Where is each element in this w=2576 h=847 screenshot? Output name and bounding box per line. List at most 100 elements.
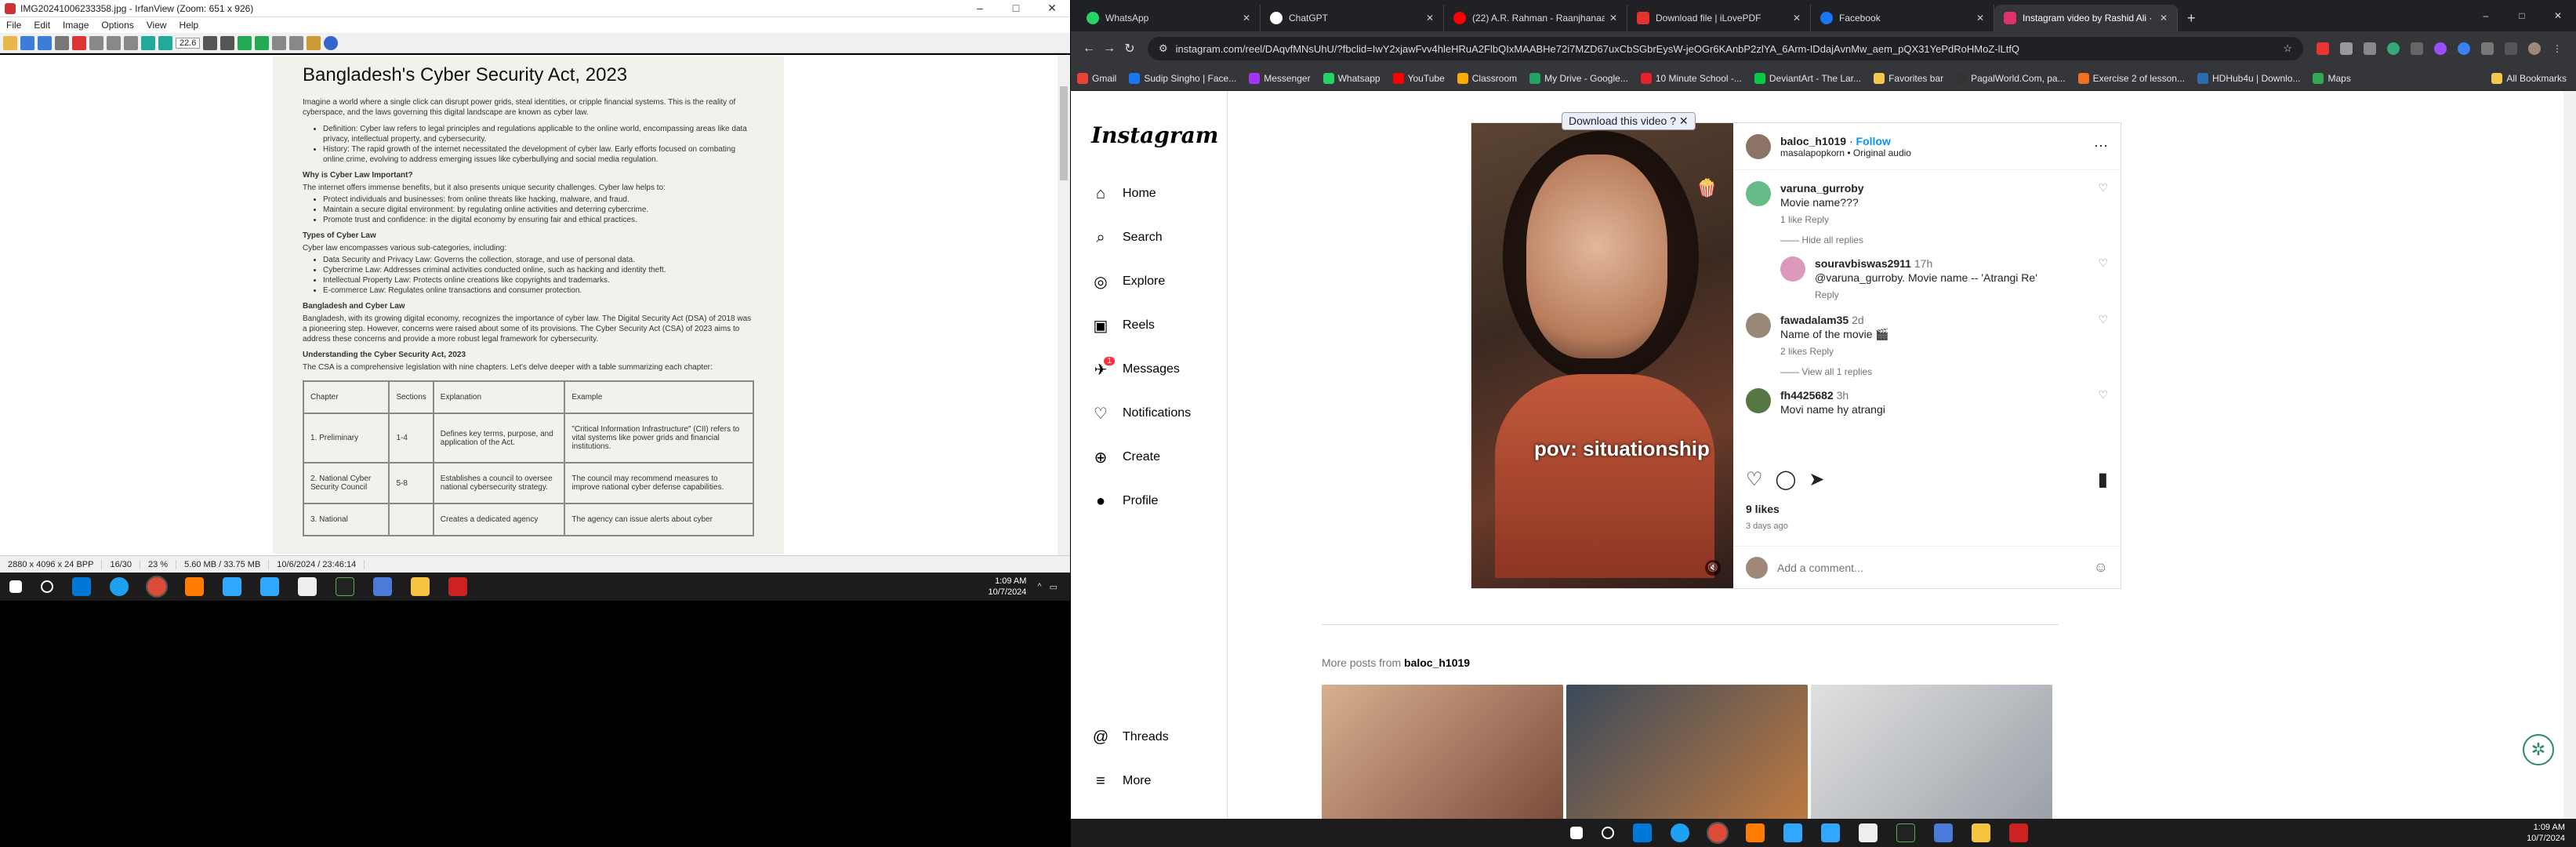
- bookmark-item[interactable]: Classroom: [1457, 72, 1517, 84]
- new-tab-button[interactable]: +: [2178, 5, 2205, 31]
- menu-file[interactable]: File: [0, 20, 27, 31]
- like-count[interactable]: 9 likes: [1746, 503, 1780, 515]
- comment-meta[interactable]: 1 like Reply: [1780, 213, 2090, 227]
- close-tab-icon[interactable]: ✕: [2160, 13, 2168, 24]
- next-icon[interactable]: [255, 35, 270, 50]
- menu-image[interactable]: Image: [56, 20, 95, 31]
- help-icon[interactable]: [324, 35, 339, 50]
- capcut-icon[interactable]: [1858, 823, 1878, 842]
- bookmark-item[interactable]: Sudip Singho | Face...: [1129, 72, 1236, 84]
- post-thumbnail[interactable]: [1322, 685, 1563, 826]
- comment-user[interactable]: varuna_gurroby: [1780, 182, 1864, 194]
- like-comment-icon[interactable]: ♡: [2098, 313, 2108, 358]
- bookmark-item[interactable]: Messenger: [1249, 72, 1311, 84]
- audio-label[interactable]: masalapopkorn • Original audio: [1780, 147, 2094, 158]
- comment-meta[interactable]: Reply: [1815, 288, 2090, 302]
- comment-input[interactable]: Add a comment...: [1777, 562, 1863, 574]
- notification-icon[interactable]: ▭: [1050, 582, 1058, 592]
- nav-messages[interactable]: ✈ 1 Messages: [1080, 347, 1217, 391]
- undo-icon[interactable]: [141, 35, 155, 50]
- cut-icon[interactable]: [89, 35, 103, 50]
- commenter-avatar[interactable]: [1746, 388, 1771, 413]
- zoom-out-icon[interactable]: [220, 35, 235, 50]
- extension-icon[interactable]: [2340, 42, 2353, 55]
- nav-more[interactable]: ≡ More: [1080, 759, 1218, 803]
- tab-whatsapp[interactable]: WhatsApp ✕: [1077, 5, 1261, 31]
- bookmark-item[interactable]: Maps: [2313, 72, 2351, 84]
- nav-reels[interactable]: ▣ Reels: [1080, 304, 1217, 347]
- maximize-button[interactable]: □: [2504, 10, 2540, 21]
- tab-chatgpt[interactable]: ChatGPT ✕: [1261, 5, 1444, 31]
- reel-video[interactable]: pov: situationship 🍿 🔇 Download this vid…: [1471, 112, 1733, 588]
- like-comment-icon[interactable]: ♡: [2098, 181, 2108, 227]
- nav-home[interactable]: ⌂ Home: [1080, 172, 1217, 216]
- search-icon[interactable]: [41, 580, 53, 593]
- menu-edit[interactable]: Edit: [27, 20, 56, 31]
- like-comment-icon[interactable]: ♡: [2098, 256, 2108, 302]
- hide-replies-link[interactable]: —— Hide all replies: [1780, 234, 2108, 245]
- download-video-button[interactable]: Download this video ? ✕: [1562, 112, 1696, 130]
- vscode-icon[interactable]: [1632, 823, 1652, 842]
- emoji-icon[interactable]: ☺: [2094, 559, 2108, 576]
- reload-icon[interactable]: ↻: [1119, 41, 1140, 56]
- edge-icon[interactable]: [110, 577, 129, 596]
- illustrator-icon[interactable]: [185, 577, 204, 596]
- start-icon[interactable]: [9, 580, 22, 593]
- bookmark-item[interactable]: PagalWorld.Com, pa...: [1956, 72, 2066, 84]
- scroll-thumb[interactable]: [1060, 86, 1068, 180]
- save-icon[interactable]: [38, 35, 52, 50]
- bookmark-folder[interactable]: Favorites bar: [1874, 72, 1943, 84]
- slideshow-icon[interactable]: [20, 35, 34, 50]
- rotate-left-icon[interactable]: [272, 35, 287, 50]
- chevron-up-icon[interactable]: ^: [1037, 582, 1041, 592]
- edge-icon[interactable]: [1670, 823, 1689, 842]
- view-replies-link[interactable]: —— View all 1 replies: [1780, 366, 2108, 377]
- post-thumbnail[interactable]: [1566, 685, 1808, 826]
- save-icon[interactable]: ▮: [2098, 468, 2108, 491]
- mute-icon[interactable]: 🔇: [1705, 560, 1721, 576]
- vscode-icon[interactable]: [72, 577, 91, 596]
- extension-icon[interactable]: [2434, 42, 2447, 55]
- extension-icon[interactable]: [2317, 42, 2329, 55]
- bookmark-star-icon[interactable]: ☆: [2283, 42, 2292, 55]
- irfanview-icon[interactable]: [2008, 823, 2028, 842]
- commenter-avatar[interactable]: [1746, 181, 1771, 206]
- split-view-icon[interactable]: [2505, 42, 2517, 55]
- comment-meta[interactable]: 2 likes Reply: [1780, 344, 2090, 358]
- zoom-in-icon[interactable]: [203, 35, 218, 50]
- comment-user[interactable]: fh4425682: [1780, 389, 1834, 402]
- photoshop-icon[interactable]: [1820, 823, 1840, 842]
- like-icon[interactable]: ♡: [1746, 468, 1763, 491]
- chrome-icon[interactable]: [1706, 822, 1729, 844]
- puzzle-icon[interactable]: [2481, 42, 2494, 55]
- photoshop-icon[interactable]: [260, 577, 279, 596]
- start-icon[interactable]: [1569, 827, 1583, 839]
- commenter-avatar[interactable]: [1780, 256, 1805, 282]
- paste-icon[interactable]: [124, 35, 138, 50]
- more-options-icon[interactable]: ⋯: [2094, 138, 2108, 154]
- like-comment-icon[interactable]: ♡: [2098, 388, 2108, 416]
- page-scrollbar[interactable]: [2563, 91, 2576, 819]
- extension-icon[interactable]: [2411, 42, 2423, 55]
- irfanview-icon[interactable]: [448, 577, 467, 596]
- comment-icon[interactable]: ◯: [1776, 468, 1797, 491]
- close-tab-icon[interactable]: ✕: [1426, 13, 1434, 24]
- chatgpt-floating-icon[interactable]: ✲: [2523, 734, 2554, 765]
- menu-dots-icon[interactable]: ⋮: [2552, 43, 2562, 54]
- print-icon[interactable]: [55, 35, 69, 50]
- close-button[interactable]: ✕: [2540, 10, 2576, 21]
- nav-create[interactable]: ⊕ Create: [1080, 435, 1217, 479]
- bookmark-item[interactable]: DeviantArt - The Lar...: [1754, 72, 1861, 84]
- close-tab-icon[interactable]: ✕: [1793, 13, 1801, 24]
- tab-youtube[interactable]: (22) A.R. Rahman - Raanjhanaa ✕: [1444, 5, 1627, 31]
- bookmark-item[interactable]: Exercise 2 of lesson...: [2077, 72, 2185, 84]
- follow-button[interactable]: Follow: [1856, 135, 1891, 147]
- capcut-icon[interactable]: [298, 577, 317, 596]
- menu-options[interactable]: Options: [95, 20, 140, 31]
- close-tab-icon[interactable]: ✕: [1976, 13, 1984, 24]
- bookmark-item[interactable]: 10 Minute School -...: [1640, 72, 1742, 84]
- rotate-right-icon[interactable]: [289, 35, 304, 50]
- address-bar[interactable]: ⚙ instagram.com/reel/DAqvfMNsUhU/?fbclid…: [1148, 37, 2303, 60]
- folder-icon[interactable]: [411, 577, 430, 596]
- open-icon[interactable]: [3, 35, 17, 50]
